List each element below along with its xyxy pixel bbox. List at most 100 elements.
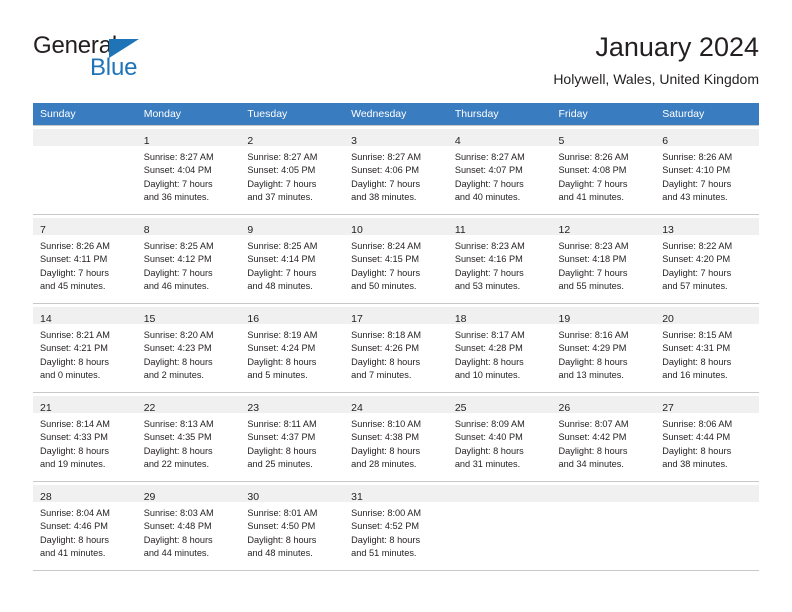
calendar-day-cell[interactable]: 20 Sunrise: 8:15 AM Sunset: 4:31 PM Dayligh… [655,303,759,393]
daylight-text: Daylight: 7 hours [247,267,317,278]
calendar-day-cell[interactable]: 13 Sunrise: 8:22 AM Sunset: 4:20 PM Dayligh… [655,214,759,304]
daylight-text: Daylight: 8 hours [558,356,628,367]
day-detail-lines: Sunrise: 8:10 AM Sunset: 4:38 PM Daylight:… [351,413,442,472]
day-detail-lines: Sunrise: 8:03 AM Sunset: 4:48 PM Daylight:… [144,502,235,561]
sunrise-text: Sunrise: 8:23 AM [558,241,629,251]
day-cell-inner: 21 Sunrise: 8:14 AM Sunset: 4:33 PM Dayligh… [33,393,137,481]
sunset-text: Sunset: 4:14 PM [247,254,316,265]
calendar-week-row: 14 Sunrise: 8:21 AM Sunset: 4:21 PM Dayligh… [33,303,759,393]
sunset-text: Sunset: 4:07 PM [454,165,523,176]
day-cell-inner: 7 Sunrise: 8:26 AM Sunset: 4:11 PM Daylight… [33,215,137,303]
calendar-day-cell[interactable]: 10 Sunrise: 8:24 AM Sunset: 4:15 PM Dayligh… [344,214,448,304]
day-cell-inner: 9 Sunrise: 8:25 AM Sunset: 4:14 PM Daylight… [240,215,345,303]
day-detail-lines: Sunrise: 8:14 AM Sunset: 4:33 PM Daylight:… [40,413,131,472]
day-number: 25 [454,402,467,414]
daylight-text: Daylight: 8 hours [247,534,317,545]
calendar-day-cell[interactable]: 14 Sunrise: 8:21 AM Sunset: 4:21 PM Dayligh… [33,303,137,393]
day-cell-inner [33,126,137,214]
calendar-day-cell[interactable]: 28 Sunrise: 8:04 AM Sunset: 4:46 PM Dayligh… [33,481,137,571]
calendar-week-row: 21 Sunrise: 8:14 AM Sunset: 4:33 PM Dayligh… [33,392,759,482]
sunrise-text: Sunrise: 8:07 AM [558,419,629,429]
calendar-day-cell[interactable]: 2 Sunrise: 8:27 AM Sunset: 4:05 PM Daylight… [240,125,345,215]
calendar-day-cell[interactable]: 25 Sunrise: 8:09 AM Sunset: 4:40 PM Dayligh… [447,392,552,482]
day-number: 5 [558,135,565,147]
day-cell-inner: 8 Sunrise: 8:25 AM Sunset: 4:12 PM Daylight… [136,215,241,303]
day-number: 22 [143,402,156,414]
daylight-text: Daylight: 7 hours [143,178,213,189]
calendar-grid: Sunday Monday Tuesday Wednesday Thursday Frid… [33,103,759,571]
sunset-text: Sunset: 4:26 PM [351,343,420,354]
sunrise-text: Sunrise: 8:04 AM [40,508,110,518]
day-number: 30 [247,491,260,503]
calendar-day-cell[interactable]: 3 Sunrise: 8:27 AM Sunset: 4:06 PM Daylight… [344,125,448,215]
sunset-text: Sunset: 4:46 PM [40,521,108,532]
sunrise-text: Sunrise: 8:27 AM [351,152,422,162]
calendar-day-cell[interactable]: 12 Sunrise: 8:23 AM Sunset: 4:18 PM Dayligh… [551,214,656,304]
daylight-text: Daylight: 7 hours [454,267,524,278]
calendar-week-row: 28 Sunrise: 8:04 AM Sunset: 4:46 PM Dayligh… [33,481,759,571]
calendar-day-cell[interactable]: 7 Sunrise: 8:26 AM Sunset: 4:11 PM Daylight… [33,214,137,304]
calendar-day-cell[interactable]: 24 Sunrise: 8:10 AM Sunset: 4:38 PM Dayligh… [344,392,448,482]
day-cell-inner: 2 Sunrise: 8:27 AM Sunset: 4:05 PM Daylight… [240,126,345,214]
day-cell-inner: 15 Sunrise: 8:20 AM Sunset: 4:23 PM Dayligh… [136,304,241,392]
day-number: 17 [351,313,363,325]
day-cell-inner: 12 Sunrise: 8:23 AM Sunset: 4:18 PM Dayligh… [551,215,656,303]
daylight-text: Daylight: 8 hours [247,356,317,367]
calendar-day-cell[interactable]: 21 Sunrise: 8:14 AM Sunset: 4:33 PM Dayligh… [33,392,137,482]
sunrise-text: Sunrise: 8:06 AM [662,419,733,429]
day-detail-lines: Sunrise: 8:07 AM Sunset: 4:42 PM Daylight:… [559,413,650,472]
calendar-day-cell[interactable]: 30 Sunrise: 8:01 AM Sunset: 4:50 PM Dayligh… [240,481,345,571]
daylight-text: and 0 minutes. [40,370,101,381]
sunset-text: Sunset: 4:21 PM [40,343,108,354]
daylight-text: and 7 minutes. [351,370,412,381]
day-number: 14 [40,313,52,325]
sunrise-text: Sunrise: 8:24 AM [351,241,422,251]
day-number: 12 [558,224,571,236]
calendar-day-cell[interactable]: 26 Sunrise: 8:07 AM Sunset: 4:42 PM Dayligh… [551,392,656,482]
calendar-day-cell[interactable]: 22 Sunrise: 8:13 AM Sunset: 4:35 PM Dayligh… [136,392,241,482]
calendar-day-cell[interactable]: 15 Sunrise: 8:20 AM Sunset: 4:23 PM Dayligh… [136,303,241,393]
day-number-bar: 5 [551,129,656,147]
sunset-text: Sunset: 4:42 PM [558,432,627,443]
calendar-day-cell[interactable]: 8 Sunrise: 8:25 AM Sunset: 4:12 PM Daylight… [136,214,241,304]
sunrise-text: Sunrise: 8:11 AM [247,419,317,429]
calendar-day-cell[interactable]: 9 Sunrise: 8:25 AM Sunset: 4:14 PM Daylight… [240,214,345,304]
day-number-bar: 16 [240,307,345,325]
calendar-table: Sunday Monday Tuesday Wednesday Thursday Frid… [33,103,759,571]
calendar-page: General Blue January 2024 Holywell, Wale… [0,0,792,612]
sunrise-text: Sunrise: 8:16 AM [558,330,629,340]
day-number: 18 [454,313,467,325]
sunrise-text: Sunrise: 8:00 AM [351,508,422,518]
day-number-bar [447,485,552,502]
daylight-text: Daylight: 7 hours [247,178,317,189]
calendar-day-cell[interactable]: 17 Sunrise: 8:18 AM Sunset: 4:26 PM Dayligh… [344,303,448,393]
calendar-day-cell[interactable]: 6 Sunrise: 8:26 AM Sunset: 4:10 PM Daylight… [655,125,759,215]
calendar-day-cell[interactable]: 18 Sunrise: 8:17 AM Sunset: 4:28 PM Dayligh… [447,303,552,393]
day-number-bar: 28 [33,485,137,503]
day-cell-inner: 24 Sunrise: 8:10 AM Sunset: 4:38 PM Dayligh… [344,393,448,481]
calendar-day-cell[interactable]: 1 Sunrise: 8:27 AM Sunset: 4:04 PM Daylight… [136,125,241,215]
calendar-day-cell[interactable]: 16 Sunrise: 8:19 AM Sunset: 4:24 PM Dayligh… [240,303,345,393]
sunset-text: Sunset: 4:50 PM [247,521,316,532]
day-detail-lines: Sunrise: 8:23 AM Sunset: 4:18 PM Daylight:… [559,235,650,294]
calendar-day-cell[interactable]: 11 Sunrise: 8:23 AM Sunset: 4:16 PM Dayligh… [447,214,552,304]
day-number-bar: 14 [33,307,137,325]
calendar-day-cell[interactable]: 19 Sunrise: 8:16 AM Sunset: 4:29 PM Dayligh… [551,303,656,393]
day-detail-lines [40,146,131,151]
daylight-text: and 25 minutes. [247,459,313,470]
day-number-bar: 10 [344,218,448,236]
sunset-text: Sunset: 4:44 PM [662,432,731,443]
sunset-text: Sunset: 4:04 PM [143,165,212,176]
day-cell-inner: 13 Sunrise: 8:22 AM Sunset: 4:20 PM Dayligh… [655,215,759,303]
day-detail-lines: Sunrise: 8:26 AM Sunset: 4:11 PM Daylight:… [40,235,131,294]
calendar-day-cell[interactable]: 27 Sunrise: 8:06 AM Sunset: 4:44 PM Dayligh… [655,392,759,482]
calendar-day-cell[interactable]: 29 Sunrise: 8:03 AM Sunset: 4:48 PM Dayligh… [136,481,241,571]
calendar-day-cell[interactable]: 4 Sunrise: 8:27 AM Sunset: 4:07 PM Daylight… [447,125,552,215]
day-number-bar: 11 [447,218,552,236]
daylight-text: Daylight: 8 hours [143,445,213,456]
calendar-day-cell[interactable]: 5 Sunrise: 8:26 AM Sunset: 4:08 PM Daylight… [551,125,656,215]
calendar-day-cell[interactable]: 23 Sunrise: 8:11 AM Sunset: 4:37 PM Dayligh… [240,392,345,482]
calendar-day-cell[interactable]: 31 Sunrise: 8:00 AM Sunset: 4:52 PM Dayligh… [344,481,448,571]
day-cell-inner: 10 Sunrise: 8:24 AM Sunset: 4:15 PM Dayligh… [344,215,448,303]
day-cell-inner: 31 Sunrise: 8:00 AM Sunset: 4:52 PM Dayligh… [344,482,448,570]
